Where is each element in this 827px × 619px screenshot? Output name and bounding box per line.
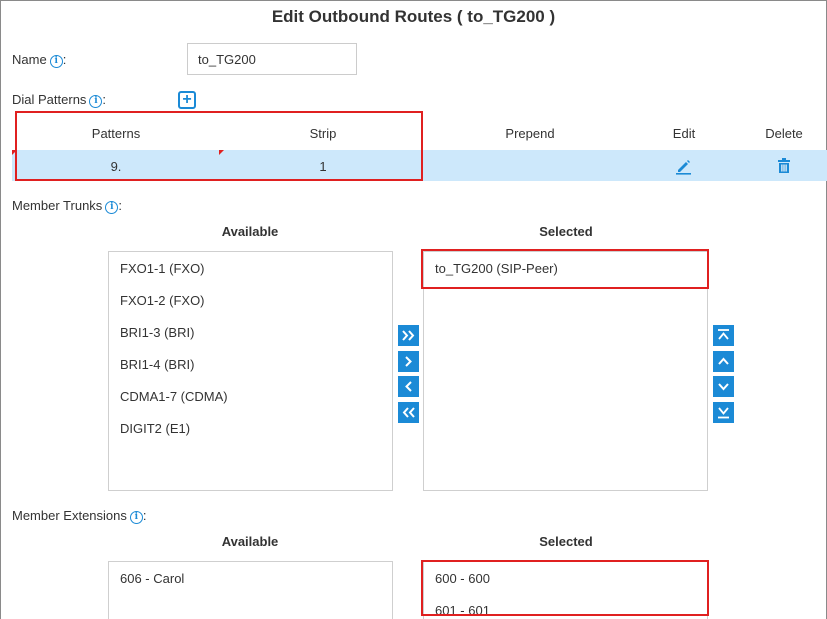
member-extensions-label-row: Member Extensions i: bbox=[12, 508, 147, 524]
name-label-colon: : bbox=[62, 52, 67, 67]
column-header-strip: Strip bbox=[309, 126, 337, 141]
move-to-bottom-icon bbox=[718, 407, 729, 419]
list-item[interactable]: CDMA1-7 (CDMA) bbox=[120, 389, 228, 404]
list-item[interactable]: 606 - Carol bbox=[120, 571, 184, 586]
delete-button[interactable] bbox=[775, 157, 793, 175]
member-trunks-label-row: Member Trunks i: bbox=[12, 198, 122, 214]
info-circle-icon[interactable]: i bbox=[49, 55, 63, 68]
dial-patterns-label-row: Dial Patterns i: bbox=[12, 92, 106, 108]
dial-patterns-label-colon: : bbox=[102, 92, 107, 107]
list-item[interactable]: BRI1-4 (BRI) bbox=[120, 357, 194, 372]
column-header-patterns: Patterns bbox=[91, 126, 141, 141]
column-header-prepend: Prepend bbox=[505, 126, 555, 141]
list-item[interactable]: DIGIT2 (E1) bbox=[120, 421, 190, 436]
dial-patterns-label: Dial Patterns bbox=[12, 92, 87, 107]
extensions-available-list[interactable]: 606 - Carol bbox=[108, 561, 393, 619]
trunks-selected-list[interactable]: to_TG200 (SIP-Peer) bbox=[423, 251, 708, 491]
list-item[interactable]: 601 - 601 bbox=[435, 603, 490, 618]
list-item[interactable]: FXO1-1 (FXO) bbox=[120, 261, 205, 276]
pencil-icon bbox=[676, 160, 691, 175]
extensions-selected-list[interactable]: 600 - 600 601 - 601 bbox=[423, 561, 708, 619]
trunks-available-list[interactable]: FXO1-1 (FXO) FXO1-2 (FXO) BRI1-3 (BRI) B… bbox=[108, 251, 393, 491]
plus-square-icon: + bbox=[182, 91, 192, 108]
move-up-button[interactable] bbox=[713, 351, 734, 372]
trash-icon bbox=[778, 158, 790, 173]
list-item[interactable]: to_TG200 (SIP-Peer) bbox=[435, 261, 558, 276]
list-item[interactable]: BRI1-3 (BRI) bbox=[120, 325, 194, 340]
column-header-edit: Edit bbox=[672, 126, 696, 141]
move-to-top-button[interactable] bbox=[713, 325, 734, 346]
name-label: Name bbox=[12, 52, 47, 67]
trunks-available-heading: Available bbox=[221, 224, 279, 239]
table-row: 9. 1 bbox=[12, 150, 827, 181]
list-item[interactable]: 600 - 600 bbox=[435, 571, 490, 586]
trunks-selected-heading: Selected bbox=[539, 224, 593, 239]
list-item[interactable]: FXO1-2 (FXO) bbox=[120, 293, 205, 308]
chevron-right-icon bbox=[405, 356, 412, 367]
member-trunks-label-colon: : bbox=[118, 198, 122, 213]
double-chevron-right-icon bbox=[402, 330, 415, 341]
cell-marker bbox=[219, 150, 224, 155]
member-extensions-label: Member Extensions bbox=[12, 508, 127, 523]
move-down-button[interactable] bbox=[713, 376, 734, 397]
member-extensions-label-colon: : bbox=[142, 508, 147, 523]
strip-cell[interactable]: 1 bbox=[263, 159, 383, 174]
column-header-delete: Delete bbox=[765, 126, 803, 141]
add-pattern-button[interactable]: + bbox=[178, 91, 196, 109]
cell-marker bbox=[12, 150, 17, 155]
chevron-down-icon bbox=[718, 383, 729, 391]
edit-button[interactable] bbox=[675, 157, 693, 175]
name-label-row: Name i: bbox=[12, 52, 66, 68]
pattern-cell[interactable]: 9. bbox=[56, 159, 176, 174]
info-circle-icon[interactable]: i bbox=[89, 95, 103, 108]
page-title: Edit Outbound Routes ( to_TG200 ) bbox=[271, 7, 556, 26]
move-all-left-button[interactable] bbox=[398, 402, 419, 423]
info-circle-icon[interactable]: i bbox=[105, 201, 119, 214]
chevron-up-icon bbox=[718, 357, 729, 365]
info-circle-icon[interactable]: i bbox=[129, 511, 143, 524]
extensions-available-heading: Available bbox=[221, 534, 279, 549]
name-input[interactable] bbox=[187, 43, 357, 75]
member-trunks-label: Member Trunks bbox=[12, 198, 103, 213]
move-right-button[interactable] bbox=[398, 351, 419, 372]
move-left-button[interactable] bbox=[398, 376, 419, 397]
move-to-bottom-button[interactable] bbox=[713, 402, 734, 423]
chevron-left-icon bbox=[405, 381, 412, 392]
extensions-selected-heading: Selected bbox=[539, 534, 593, 549]
move-to-top-icon bbox=[718, 329, 729, 340]
move-all-right-button[interactable] bbox=[398, 325, 419, 346]
double-chevron-left-icon bbox=[402, 407, 415, 418]
